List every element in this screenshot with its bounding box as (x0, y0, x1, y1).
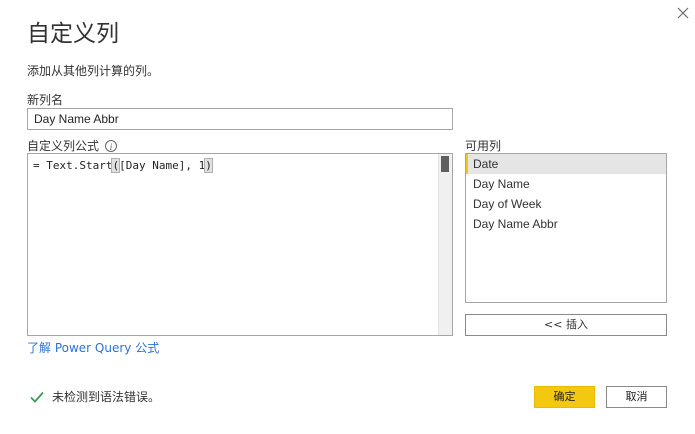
info-icon[interactable]: i (105, 139, 118, 152)
close-button[interactable] (672, 2, 694, 24)
formula-code: = Text.Start([Day Name], 1) (33, 158, 213, 173)
formula-label-row: 自定义列公式 i (27, 137, 118, 154)
syntax-status: 未检测到语法错误。 (30, 388, 160, 405)
available-columns-list[interactable]: Date Day Name Day of Week Day Name Abbr (465, 153, 667, 303)
dialog-title: 自定义列 (27, 21, 119, 47)
insert-button[interactable]: << 插入 (465, 314, 667, 336)
dialog-subtitle: 添加从其他列计算的列。 (27, 64, 160, 78)
cancel-button[interactable]: 取消 (606, 386, 667, 408)
formula-code-prefix: = Text.Start (33, 159, 113, 172)
formula-editor[interactable]: = Text.Start([Day Name], 1) (27, 153, 453, 336)
checkmark-icon (30, 391, 44, 403)
close-icon (677, 7, 689, 19)
ok-button[interactable]: 确定 (534, 386, 595, 408)
formula-code-args: [Day Name], 1 (119, 159, 206, 172)
column-item-day-name-abbr[interactable]: Day Name Abbr (466, 214, 666, 234)
column-item-day-of-week[interactable]: Day of Week (466, 194, 666, 214)
column-item-date[interactable]: Date (466, 154, 666, 174)
syntax-status-message: 未检测到语法错误。 (52, 390, 161, 404)
learn-power-query-link[interactable]: 了解 Power Query 公式 (27, 339, 159, 356)
editor-scrollbar[interactable] (438, 154, 452, 335)
column-item-day-name[interactable]: Day Name (466, 174, 666, 194)
formula-close-paren: ) (204, 158, 213, 173)
new-column-name-input[interactable] (27, 108, 453, 130)
new-column-name-label: 新列名 (27, 93, 64, 107)
formula-label: 自定义列公式 (27, 139, 100, 153)
editor-scrollbar-thumb[interactable] (441, 156, 449, 172)
available-columns-label: 可用列 (465, 139, 502, 153)
